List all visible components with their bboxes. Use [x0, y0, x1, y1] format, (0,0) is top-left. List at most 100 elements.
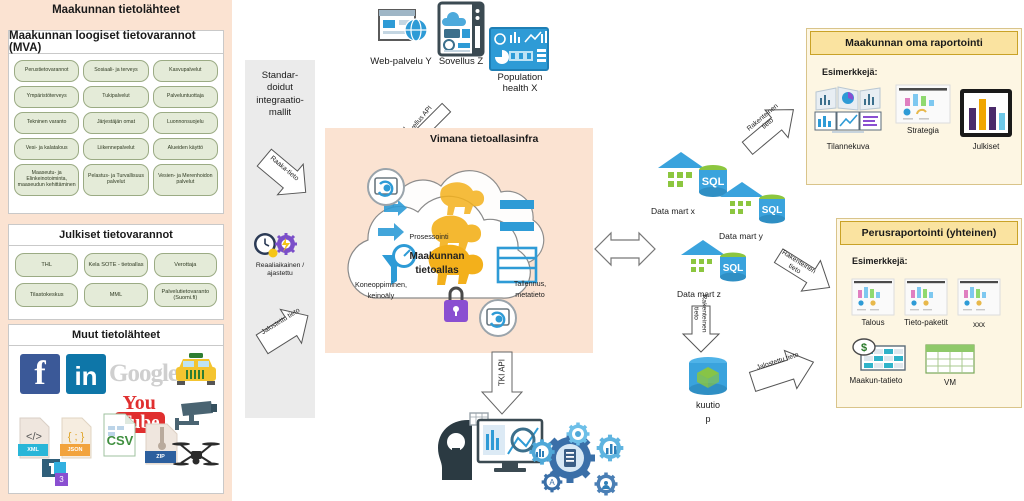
section-other-title: Muut tietolähteet — [9, 325, 223, 346]
svg-text:</>: </> — [26, 431, 42, 443]
schedule-label: Reaaliaikainen / ajastettu — [255, 262, 305, 277]
dashboard-screen-icon — [489, 27, 549, 71]
data-lake-panel-title: Vimana tietoallasinfra — [430, 133, 539, 145]
section-public-registries: Julkiset tietovarannot THL Kela SOTE - ti… — [8, 224, 224, 320]
lake-title-line1: Maakunnan — [409, 251, 465, 262]
section-public-title: Julkiset tietovarannot — [9, 225, 223, 246]
section-other-sources: Muut tietolähteet f in Google You Tube <… — [8, 324, 224, 494]
report-icon-1 — [904, 278, 948, 316]
mva-item[interactable]: Maaseutu- ja Elinkeinotoiminta, maaseudu… — [14, 164, 80, 196]
left-panel-title: Maakunnan tietolähteet — [52, 4, 180, 16]
own-report-label-0: Tilannekuva — [826, 142, 870, 151]
mva-item[interactable]: Palveluntuottaja — [152, 86, 218, 108]
basic-report-label-1: Tieto-paketit — [904, 318, 948, 327]
std-line-2: doidut — [267, 82, 293, 94]
section-mva-title: Maakunnan loogiset tietovarannot (MVA) — [9, 30, 223, 54]
svg-text:SQL: SQL — [762, 205, 783, 216]
mva-item[interactable]: Järjestäjän omat — [83, 112, 149, 134]
schedule-icons — [252, 232, 308, 258]
public-registry-item[interactable]: MML — [84, 283, 148, 307]
sql-warehouse-icon-y: SQL — [718, 180, 790, 232]
arrow-tki-api-label: TKI API — [497, 359, 507, 387]
basic-report-label-0: Talous — [861, 318, 885, 327]
mva-item[interactable]: Ympäristöterveys — [14, 86, 80, 108]
cube-database-icon — [686, 355, 730, 401]
bidirectional-arrow-icon — [594, 231, 656, 267]
linkedin-icon: in — [66, 354, 106, 394]
processing-label: Prosessointi — [409, 232, 449, 241]
dashboards-icon — [814, 86, 882, 138]
svg-text:CSV: CSV — [107, 433, 134, 448]
svg-text:A: A — [549, 478, 555, 487]
security-camera-icon — [175, 400, 219, 434]
integration-models-title: Standar- doidut integraatio- mallit — [246, 70, 314, 119]
teams-app-icon: 3 — [42, 458, 76, 488]
sql-warehouse-icon-z: SQL — [679, 238, 751, 290]
mva-item[interactable]: Vesi- ja kalatalous — [14, 138, 80, 160]
stream-icon-2 — [478, 298, 518, 338]
basic-report-label-2: xxx — [973, 320, 985, 329]
mva-item[interactable]: Pelastus- ja Turvallisuus palvelut — [83, 164, 149, 196]
facebook-icon: f — [20, 354, 60, 394]
app-label-web: Web-palvelu Y — [370, 56, 432, 67]
basic-report-label-4: VM — [944, 378, 956, 387]
data-mart-x-label: Data mart x — [651, 206, 695, 216]
public-registry-item[interactable]: Palvelutietovaranto (Suomi.fi) — [153, 283, 217, 307]
svg-text:$: $ — [861, 342, 867, 354]
mva-item[interactable]: Tukipalvelut — [83, 86, 149, 108]
basic-reporting-title: Perusraportointi (yhteinen) — [840, 221, 1018, 245]
cube-label-line1: kuutio — [695, 400, 721, 410]
basic-report-label-3: Maakun-tatieto — [849, 376, 903, 385]
app-label-population-health: Population health X — [497, 72, 543, 94]
strategy-report-icon — [895, 84, 951, 124]
own-report-label-1: Strategia — [906, 126, 940, 135]
basic-reporting-examples-label: Esimerkkejä: — [852, 256, 908, 266]
csv-file-icon: CSV — [101, 412, 139, 458]
ml-label-line1: Koneoppiminen, — [355, 280, 407, 289]
web-service-icon — [378, 6, 428, 50]
mva-item[interactable]: Kasvupalvelut — [152, 60, 218, 82]
mva-item[interactable]: Sosiaali- ja terveys — [83, 60, 149, 82]
own-reporting-title: Maakunnan oma raportointi — [810, 31, 1018, 55]
lake-title-line2: tietoallas — [415, 265, 459, 276]
own-report-label-2: Julkiset — [972, 142, 1000, 151]
google-icon: Google — [109, 360, 179, 387]
ml-label-line2: keinoäly — [367, 291, 395, 300]
mva-item[interactable]: Liikennepalvelut — [83, 138, 149, 160]
mva-item[interactable]: Alueiden käyttö — [152, 138, 218, 160]
mva-item[interactable]: Luonnonsuojelu — [152, 112, 218, 134]
other-sources-icons: f in Google You Tube </> XML {;} JSON … — [9, 346, 223, 486]
xml-file-icon: </> XML — [17, 416, 53, 460]
app-label-sovellus: Sovellus Z — [438, 56, 484, 67]
std-line-4: mallit — [268, 107, 292, 119]
public-barchart-icon — [959, 88, 1013, 138]
svg-text:{ ; }: { ; } — [68, 431, 85, 443]
report-icon-0 — [851, 278, 895, 316]
public-registry-item[interactable]: THL — [15, 253, 79, 277]
cube-label-line2: p — [705, 414, 711, 424]
gear-cluster-icon: A — [529, 422, 630, 500]
public-registry-item[interactable]: Verottaja — [153, 253, 217, 277]
application-server-icon — [437, 1, 485, 57]
arrow-structured-cube-label: Rakenteinen tieto — [692, 294, 708, 333]
mva-item[interactable]: Vesien- ja Merenhoidon palvelut — [152, 164, 218, 196]
own-reporting-examples-label: Esimerkkejä: — [822, 67, 878, 77]
mva-item[interactable]: Tekninen varanto — [14, 112, 80, 134]
taxi-icon — [173, 352, 219, 392]
svg-text:SQL: SQL — [723, 263, 744, 274]
money-table-icon: $ — [851, 338, 907, 374]
drone-icon — [172, 438, 220, 472]
std-line-3: integraatio- — [256, 94, 304, 106]
green-table-icon — [925, 344, 975, 374]
json-file-icon: { ; } JSON — [59, 416, 95, 460]
std-line-1: Standar- — [261, 70, 299, 81]
public-registry-item[interactable]: Tilastokeskus — [15, 283, 79, 307]
mva-item-grid: Perustietovarannot Sosiaali- ja terveys Ka… — [9, 54, 223, 202]
report-icon-2 — [957, 278, 1001, 316]
mva-item[interactable]: Perustietovarannot — [14, 60, 80, 82]
section-mva: Maakunnan loogiset tietovarannot (MVA) P… — [8, 30, 224, 214]
stream-icon — [366, 167, 406, 207]
public-item-grid: THL Kela SOTE - tietoallas Verottaja Tilast… — [9, 246, 223, 314]
public-registry-item[interactable]: Kela SOTE - tietoallas — [84, 253, 148, 277]
storage-label-line1: Tallennus, — [513, 279, 547, 288]
